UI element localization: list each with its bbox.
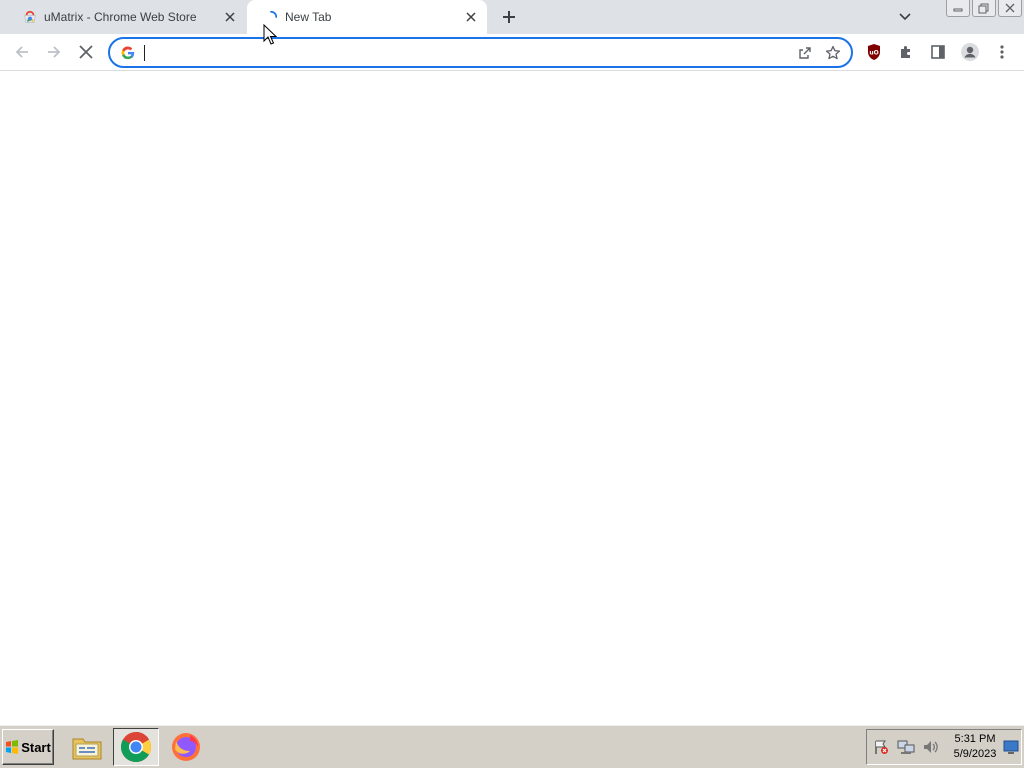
tab-new-tab[interactable]: New Tab xyxy=(247,0,487,34)
mouse-cursor-icon xyxy=(263,24,277,45)
back-arrow-icon xyxy=(15,46,28,58)
windows-logo-icon xyxy=(6,740,19,754)
tab-strip: uMatrix - Chrome Web Store New Tab xyxy=(0,0,1024,34)
profile-avatar-icon[interactable] xyxy=(956,38,984,66)
file-explorer-icon xyxy=(72,738,102,760)
close-tab-icon[interactable] xyxy=(220,7,240,27)
close-tab-icon[interactable] xyxy=(461,7,481,27)
taskbar: Start 5:31 PM 5/9/2023 xyxy=(0,724,1024,768)
chrome-web-store-icon xyxy=(22,9,38,25)
star-icon[interactable] xyxy=(819,40,847,66)
text-caret xyxy=(144,45,145,61)
start-label: Start xyxy=(21,739,51,755)
clock-time: 5:31 PM xyxy=(954,733,996,745)
minimize-button[interactable] xyxy=(946,0,970,17)
firefox-button[interactable] xyxy=(163,728,209,766)
minimize-icon xyxy=(953,8,963,12)
tab-umatrix[interactable]: uMatrix - Chrome Web Store xyxy=(8,0,246,34)
chevron-down-icon xyxy=(899,13,911,21)
chrome-taskbar-button[interactable] xyxy=(113,728,159,766)
tab-title: New Tab xyxy=(285,10,332,24)
plus-icon xyxy=(503,11,515,23)
close-icon xyxy=(1005,3,1015,13)
network-icon[interactable] xyxy=(895,736,917,758)
start-button[interactable]: Start xyxy=(2,729,54,765)
google-g-icon xyxy=(120,45,136,61)
chrome-icon xyxy=(120,732,152,763)
share-icon[interactable] xyxy=(791,40,819,66)
forward-button[interactable] xyxy=(40,38,68,66)
stop-loading-button[interactable] xyxy=(72,38,100,66)
omnibox[interactable] xyxy=(108,37,853,68)
tab-search-button[interactable] xyxy=(893,6,917,28)
browser-toolbar: uO xyxy=(0,34,1024,71)
address-bar-input[interactable] xyxy=(142,41,791,64)
system-tray: 5:31 PM 5/9/2023 xyxy=(866,729,1022,765)
action-center-flag-icon[interactable] xyxy=(870,736,892,758)
forward-arrow-icon xyxy=(48,46,61,58)
tab-title: uMatrix - Chrome Web Store xyxy=(44,10,197,24)
file-explorer-button[interactable] xyxy=(64,728,110,766)
close-window-button[interactable] xyxy=(998,0,1022,17)
ublock-origin-icon[interactable]: uO xyxy=(860,38,888,66)
loading-spinner-icon xyxy=(263,9,279,25)
stop-loading-icon xyxy=(79,45,93,59)
side-panel-icon[interactable] xyxy=(924,38,952,66)
extensions-puzzle-icon[interactable] xyxy=(892,38,920,66)
clock-date: 5/9/2023 xyxy=(953,748,997,760)
show-desktop-icon[interactable] xyxy=(1003,739,1019,755)
back-button[interactable] xyxy=(8,38,36,66)
firefox-icon xyxy=(172,733,200,761)
restore-button[interactable] xyxy=(972,0,996,17)
new-tab-button[interactable] xyxy=(496,5,522,29)
kebab-menu-icon[interactable] xyxy=(988,38,1016,66)
svg-text:uO: uO xyxy=(869,50,878,57)
restore-icon xyxy=(978,3,989,13)
page-content xyxy=(0,72,1024,724)
window-controls xyxy=(946,0,1022,18)
volume-icon[interactable] xyxy=(920,736,942,758)
system-clock[interactable]: 5:31 PM 5/9/2023 xyxy=(947,732,1003,762)
